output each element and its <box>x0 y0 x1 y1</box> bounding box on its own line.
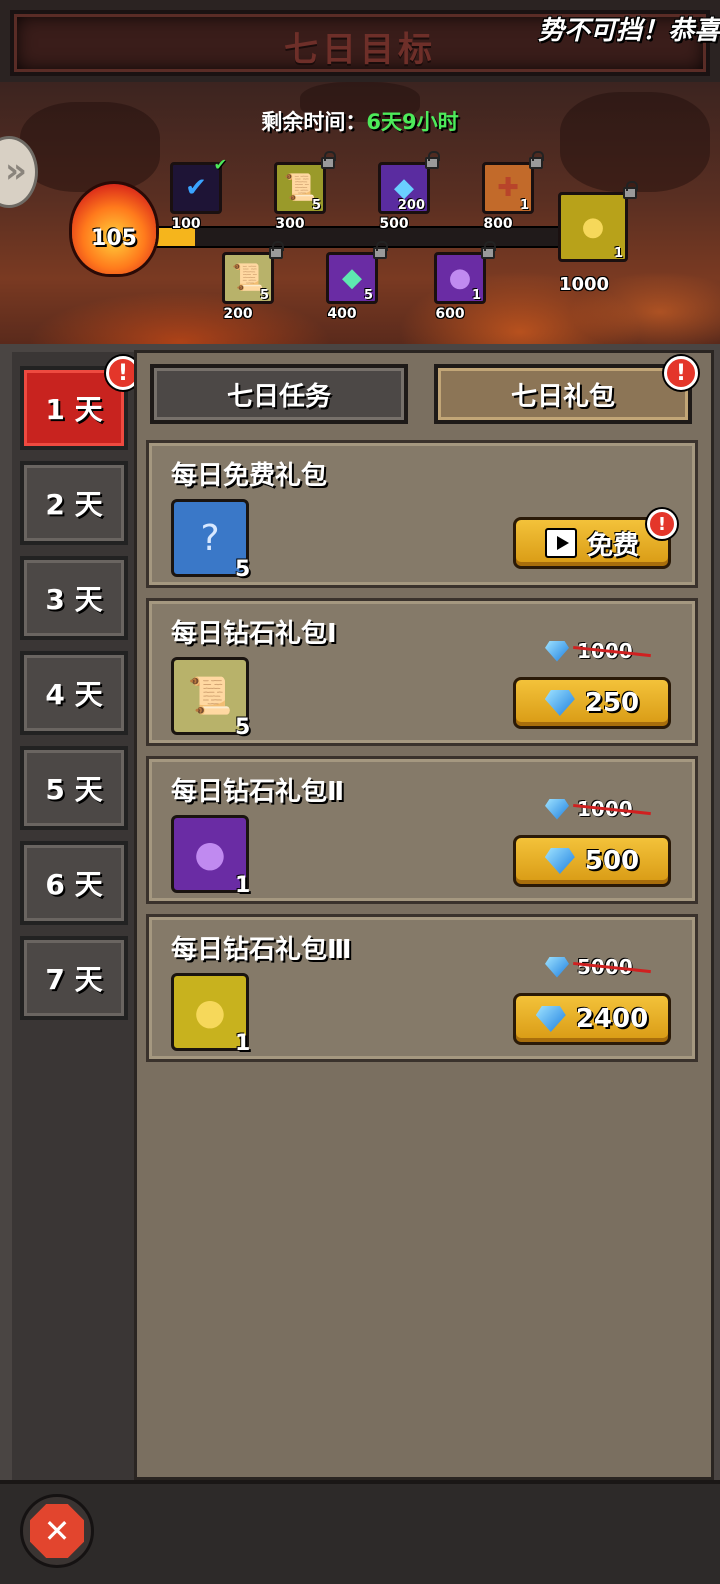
milestone-threshold: 600 <box>435 306 465 322</box>
original-price: 5000 <box>545 955 633 979</box>
pack-card: 每日钻石礼包Ⅱ ● 1 1000 500 <box>146 756 698 904</box>
milestone-reward-count: 1 <box>613 246 623 261</box>
pack-card: 每日钻石礼包Ⅰ 📜 5 1000 250 <box>146 598 698 746</box>
pack-item-count: 1 <box>235 873 251 898</box>
milestone-threshold: 400 <box>327 306 357 322</box>
milestone-threshold: 1000 <box>558 274 610 295</box>
pack-title: 每日钻石礼包Ⅲ <box>171 935 352 965</box>
remaining-time-value: 6天9小时 <box>366 110 459 134</box>
lock-icon <box>425 151 440 169</box>
tab-seven-day-packs[interactable]: 七日礼包 <box>434 364 692 424</box>
lock-icon <box>321 151 336 169</box>
remaining-time-label: 剩余时间： <box>261 110 367 134</box>
milestone-reward-count: 1 <box>471 288 481 303</box>
milestone-reward-600[interactable]: ● 1 <box>434 241 496 304</box>
diamond-icon <box>545 640 569 662</box>
pack-card: 每日钻石礼包Ⅲ ● 1 5000 2400 <box>146 914 698 1062</box>
check-icon: ✔ <box>185 173 207 203</box>
milestone-threshold: 100 <box>171 216 201 232</box>
day-tab-3[interactable]: 3 天 <box>20 556 128 640</box>
milestone-reward-count: 200 <box>397 198 425 213</box>
pack-card: 每日免费礼包? 5 免费! <box>146 440 698 588</box>
milestone-threshold: 200 <box>223 306 253 322</box>
diamond-icon <box>545 798 569 820</box>
claimed-check-icon: ✔ <box>213 155 227 174</box>
milestone-threshold: 500 <box>379 216 409 232</box>
lock-icon <box>373 241 388 259</box>
diamond-icon <box>545 956 569 978</box>
diamond-icon <box>535 1006 566 1032</box>
milestone-reward-count: 1 <box>519 198 529 213</box>
day-tab-2[interactable]: 2 天 <box>20 461 128 545</box>
milestone-reward-count: 5 <box>259 288 269 303</box>
chevron-right-icon: » <box>5 151 27 191</box>
announcement-marquee: 势不可挡！恭喜 <box>537 16 720 46</box>
buy-button[interactable]: 250 <box>513 677 671 729</box>
pack-title: 每日钻石礼包Ⅱ <box>171 777 345 807</box>
original-price: 1000 <box>545 639 633 663</box>
score-value: 105 <box>91 226 137 251</box>
pack-title: 每日免费礼包 <box>171 461 328 491</box>
milestone-threshold: 800 <box>483 216 513 232</box>
pack-title: 每日钻石礼包Ⅰ <box>171 619 337 649</box>
milestone-reward-1000[interactable]: ● 1 <box>558 181 638 262</box>
buy-button-label: 500 <box>584 846 640 876</box>
tab-packs-alert-icon: ! <box>664 356 698 390</box>
original-price: 1000 <box>545 797 633 821</box>
buy-button[interactable]: 2400 <box>513 993 671 1045</box>
buy-button[interactable]: 500 <box>513 835 671 887</box>
pack-item-count: 5 <box>235 715 251 740</box>
milestone-reward-count: 5 <box>363 288 373 303</box>
diamond-icon <box>544 690 575 716</box>
milestone-reward-100[interactable]: ✔ ✔ <box>170 155 227 214</box>
milestone-reward-300[interactable]: 📜 5 <box>274 151 336 214</box>
day-tab-7[interactable]: 7 天 <box>20 936 128 1020</box>
buy-button-label: 2400 <box>575 1004 649 1034</box>
original-price-value: 1000 <box>577 639 633 663</box>
footer-bar <box>0 1480 720 1584</box>
lock-icon <box>623 181 638 199</box>
lock-icon <box>269 241 284 259</box>
pack-item-count: 5 <box>235 557 251 582</box>
milestone-reward-800[interactable]: ✚ 1 <box>482 151 544 214</box>
video-ad-icon <box>544 528 577 558</box>
original-price-value: 5000 <box>577 955 633 979</box>
milestone-threshold: 300 <box>275 216 305 232</box>
milestone-reward-500[interactable]: ◆ 200 <box>378 151 440 214</box>
remaining-time: 剩余时间：6天9小时 <box>0 106 720 136</box>
lock-icon <box>529 151 544 169</box>
milestone-reward-count: 5 <box>311 198 321 213</box>
buy-button-label: 250 <box>584 688 640 718</box>
diamond-icon <box>544 848 575 874</box>
milestone-reward-200[interactable]: 📜 5 <box>222 241 284 304</box>
milestone-reward-400[interactable]: ◆ 5 <box>326 241 388 304</box>
tab-seven-day-tasks[interactable]: 七日任务 <box>150 364 408 424</box>
buy-button-label: 免费 <box>586 530 639 561</box>
lock-icon <box>481 241 496 259</box>
day-tab-4[interactable]: 4 天 <box>20 651 128 735</box>
day-tab-6[interactable]: 6 天 <box>20 841 128 925</box>
pack-item-count: 1 <box>235 1031 251 1056</box>
day-tab-5[interactable]: 5 天 <box>20 746 128 830</box>
free-pack-alert-icon: ! <box>647 509 677 539</box>
original-price-value: 1000 <box>577 797 633 821</box>
